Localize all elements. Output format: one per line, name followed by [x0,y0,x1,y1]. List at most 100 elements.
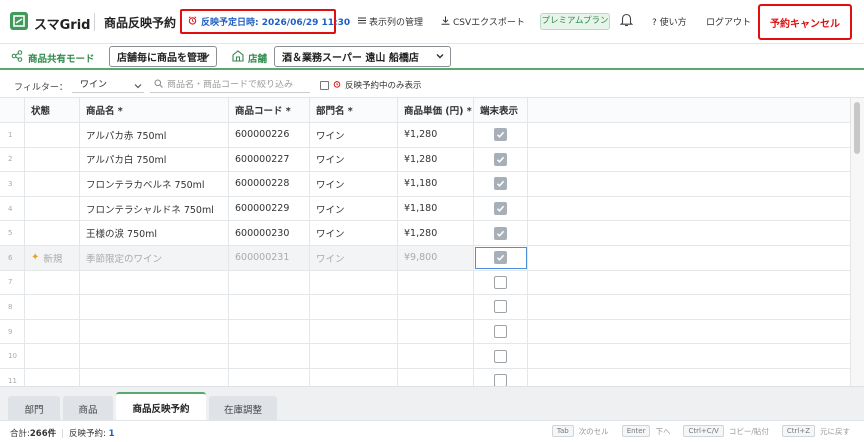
terminal-display-cell[interactable] [474,196,528,221]
unit-price-cell[interactable]: ¥1,180 [398,172,474,196]
bell-icon[interactable] [619,12,634,28]
product-name-cell[interactable]: フロンテラカベルネ 750ml [80,172,229,196]
product-code-cell[interactable] [229,270,310,295]
terminal-display-checkbox[interactable] [494,128,507,142]
terminal-display-checkbox[interactable] [494,202,507,216]
column-header-price[interactable]: 商品単価 (円) * [398,98,474,122]
column-header-name[interactable]: 商品名 * [80,98,229,122]
unit-price-cell[interactable]: ¥9,800 [398,246,474,270]
department-filter-select[interactable]: ワイン [72,77,144,93]
unit-price-cell[interactable] [398,295,474,319]
tab-products[interactable]: 商品 [63,396,113,421]
department-cell[interactable] [310,270,398,295]
table-row[interactable]: 4 フロンテラシャルドネ 750ml 600000229 ワイン ¥1,180 [0,196,850,222]
terminal-display-checkbox[interactable] [494,177,507,191]
department-cell[interactable]: ワイン [310,221,398,245]
terminal-display-checkbox[interactable] [494,152,507,166]
terminal-display-cell[interactable] [474,319,528,344]
product-name-cell[interactable] [80,319,229,344]
product-name-cell[interactable] [80,344,229,368]
status-cell[interactable] [25,369,80,386]
department-cell[interactable] [310,295,398,319]
terminal-display-checkbox[interactable] [494,325,507,339]
department-cell[interactable]: ワイン [310,196,398,221]
terminal-display-cell[interactable] [474,123,528,147]
status-cell[interactable] [25,147,80,172]
unit-price-cell[interactable]: ¥1,280 [398,147,474,172]
status-cell[interactable] [25,295,80,319]
table-row[interactable]: 10 [0,344,850,369]
department-cell[interactable]: ワイン [310,172,398,196]
scrollbar-thumb[interactable] [854,102,860,154]
share-mode-select[interactable]: 店舗毎に商品を管理 [109,46,217,67]
product-code-cell[interactable] [229,369,310,386]
unit-price-cell[interactable] [398,369,474,386]
product-name-cell[interactable] [80,369,229,386]
product-code-cell[interactable]: 600000231 [229,246,310,270]
department-cell[interactable]: ワイン [310,147,398,172]
unit-price-cell[interactable] [398,344,474,368]
cancel-reservation-button[interactable]: 予約キャンセル [758,4,852,40]
terminal-display-cell[interactable] [474,246,528,270]
column-header-display[interactable]: 端末表示 [474,98,528,122]
table-row[interactable]: 7 [0,270,850,296]
product-name-cell[interactable]: アルパカ白 750ml [80,147,229,172]
unit-price-cell[interactable] [398,319,474,344]
unit-price-cell[interactable]: ¥1,280 [398,221,474,245]
status-cell[interactable] [25,344,80,368]
terminal-display-cell[interactable] [474,344,528,368]
department-cell[interactable]: ワイン [310,246,398,270]
tab-department[interactable]: 部門 [8,396,60,421]
product-name-cell[interactable]: フロンテラシャルドネ 750ml [80,196,229,221]
status-cell[interactable] [25,196,80,221]
terminal-display-cell[interactable] [474,270,528,295]
tab-product-reservation[interactable]: 商品反映予約 [116,392,206,421]
product-code-cell[interactable]: 600000229 [229,196,310,221]
terminal-display-checkbox[interactable] [494,226,507,240]
terminal-display-cell[interactable] [474,295,528,319]
table-row[interactable]: 2 アルパカ白 750ml 600000227 ワイン ¥1,280 [0,147,850,173]
terminal-display-cell[interactable] [474,147,528,172]
terminal-display-checkbox[interactable] [494,374,507,386]
product-code-cell[interactable]: 600000227 [229,147,310,172]
product-code-cell[interactable] [229,344,310,368]
product-name-cell[interactable]: 季節限定のワイン [80,246,229,270]
table-row[interactable]: 11 [0,369,850,386]
status-cell[interactable]: ✦ 新規 [25,246,80,270]
table-row[interactable]: 6 ✦ 新規 季節限定のワイン 600000231 ワイン ¥9,800 [0,246,850,271]
reserved-only-checkbox[interactable] [320,80,329,90]
tab-stock-adjustment[interactable]: 在庫調整 [209,396,277,421]
status-cell[interactable] [25,172,80,196]
product-code-cell[interactable]: 600000230 [229,221,310,245]
table-row[interactable]: 1 アルパカ赤 750ml 600000226 ワイン ¥1,280 [0,123,850,148]
status-cell[interactable] [25,270,80,295]
product-name-cell[interactable]: アルパカ赤 750ml [80,123,229,147]
unit-price-cell[interactable]: ¥1,180 [398,196,474,221]
vertical-scrollbar[interactable] [850,98,864,386]
department-cell[interactable] [310,344,398,368]
csv-export-button[interactable]: CSVエクスポート [441,15,525,28]
store-select[interactable]: 酒＆業務スーパー 遠山 船橋店 [274,46,451,67]
product-code-cell[interactable] [229,295,310,319]
status-cell[interactable] [25,319,80,344]
product-name-cell[interactable] [80,295,229,319]
product-name-cell[interactable]: 王様の涙 750ml [80,221,229,245]
product-code-cell[interactable] [229,319,310,344]
department-cell[interactable] [310,319,398,344]
logout-link[interactable]: ログアウト [706,15,751,28]
product-code-cell[interactable]: 600000226 [229,123,310,147]
help-link[interactable]: ? 使い方 [652,15,687,28]
table-row[interactable]: 3 フロンテラカベルネ 750ml 600000228 ワイン ¥1,180 [0,172,850,197]
department-cell[interactable] [310,369,398,386]
column-header-status[interactable]: 状態 [25,98,80,122]
scheduled-datetime[interactable]: 反映予定日時: 2026/06/29 11:30 [180,9,350,34]
column-header-department[interactable]: 部門名 * [310,98,398,122]
terminal-display-checkbox[interactable] [494,349,507,363]
unit-price-cell[interactable] [398,270,474,295]
status-cell[interactable] [25,221,80,245]
department-cell[interactable]: ワイン [310,123,398,147]
unit-price-cell[interactable]: ¥1,280 [398,123,474,147]
terminal-display-checkbox[interactable] [494,275,507,289]
search-input[interactable] [167,79,307,90]
manage-columns-button[interactable]: 表示列の管理 [358,15,423,28]
